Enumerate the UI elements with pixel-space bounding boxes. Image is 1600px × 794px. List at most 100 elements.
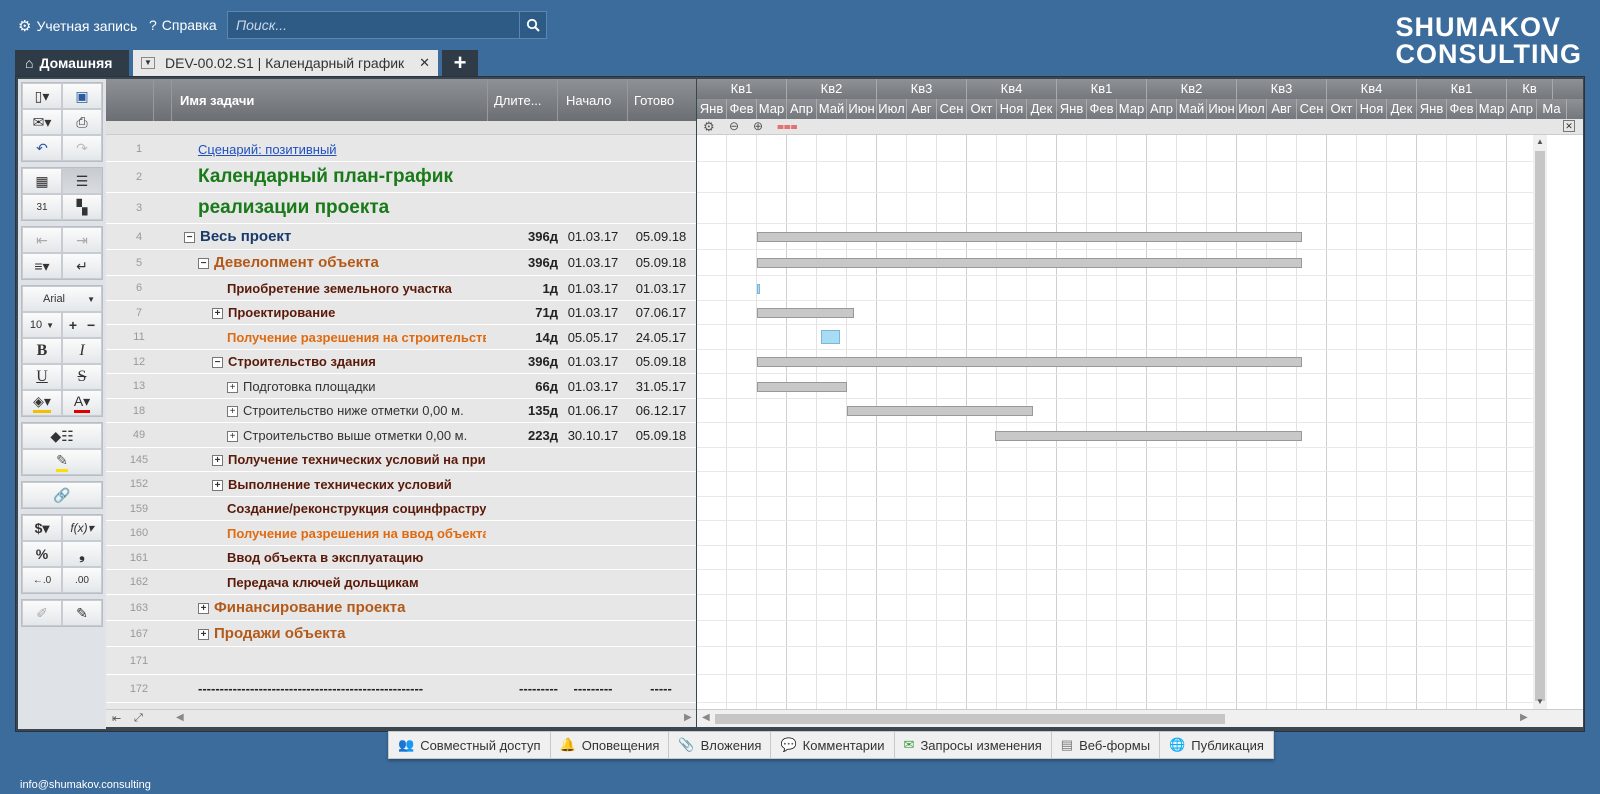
gantt-settings-icon[interactable]: ⚙ [703,119,715,135]
table-row[interactable]: 172 -------------------------------------… [106,675,696,703]
column-header-finish[interactable]: Готово [628,79,696,121]
scroll-left-icon[interactable]: ◀ [176,712,184,723]
expand-icon[interactable]: + [198,602,209,614]
increase-decimal-button[interactable]: .00 [62,567,102,593]
row-number[interactable]: 7 [106,307,172,319]
format-painter-button[interactable]: ✎ [62,600,102,626]
conditional-format-button[interactable]: ◆☷ [22,423,102,449]
start-date-cell[interactable]: 30.10.17 [562,428,624,443]
save-button[interactable]: ▣ [62,83,102,109]
gantt-bar[interactable] [995,430,1302,441]
finish-date-cell[interactable]: 24.05.17 [630,330,692,345]
account-link[interactable]: ⚙ Учетная запись [18,17,137,35]
expand-icon[interactable]: + [198,628,209,640]
expand-icon[interactable]: + [227,406,238,418]
row-number[interactable]: 49 [106,429,172,441]
collapse-icon[interactable]: − [212,357,223,369]
row-number[interactable]: 152 [106,478,172,490]
add-tab-button[interactable]: + [442,50,478,76]
align-button[interactable]: ≡▾ [22,253,62,279]
expand-icon[interactable]: + [212,308,223,320]
currency-button[interactable]: $▾ [22,515,62,541]
contact-email[interactable]: info@shumakov.consulting [20,779,151,791]
percent-button[interactable]: % [22,541,62,567]
task-name-cell[interactable]: + Строительство ниже отметки 0,00 м. [227,403,486,418]
task-name-cell[interactable]: + Строительство выше отметки 0,00 м. [227,428,486,443]
duration-cell[interactable]: 396д [486,255,558,270]
zoom-out-icon[interactable]: ⊖ [729,119,739,133]
task-name-cell[interactable]: + Продажи объекта [198,625,486,642]
new-document-button[interactable]: ▯▾ [22,83,62,109]
table-row[interactable]: 160 Получение разрешения на ввод объекта [106,521,696,546]
start-date-cell[interactable]: 01.03.17 [562,281,624,296]
web-forms-button[interactable]: ▤ Веб-формы [1052,732,1161,758]
table-row[interactable]: 4− Весь проект 396д 01.03.17 05.09.18 [106,224,696,250]
finish-date-cell[interactable]: 05.09.18 [630,354,692,369]
gantt-bar[interactable] [820,330,841,344]
start-date-cell[interactable]: 01.03.17 [562,255,624,270]
finish-date-cell[interactable]: 06.12.17 [630,403,692,418]
column-header-duration[interactable]: Длите... [488,79,558,121]
task-name-cell[interactable]: Приобретение земельного участка [227,281,486,296]
row-number[interactable]: 163 [106,602,172,614]
tab-home[interactable]: ⌂ Домашняя [15,50,129,76]
font-family-select[interactable]: Arial ▼ [22,286,102,312]
row-number[interactable]: 145 [106,454,172,466]
row-number[interactable]: 6 [106,282,172,294]
scroll-left-icon[interactable]: ◀ [702,712,710,723]
sharing-button[interactable]: 👥 Совместный доступ [389,732,551,758]
wrap-text-button[interactable]: ↵ [62,253,102,279]
column-header-name[interactable]: Имя задачи [172,79,488,121]
task-name-cell[interactable]: + Финансирование проекта [198,599,486,616]
help-link[interactable]: ? Справка [149,17,217,33]
table-row[interactable]: 152 + Выполнение технических условий [106,472,696,497]
comments-button[interactable]: 💬 Комментарии [771,732,895,758]
duration-cell[interactable]: 1д [486,281,558,296]
start-date-cell[interactable]: 01.03.17 [562,354,624,369]
fill-color-button[interactable]: ◈▾ [22,390,62,416]
duration-cell[interactable]: 66д [486,379,558,394]
close-icon[interactable]: ✕ [419,55,430,71]
finish-date-cell[interactable]: 05.09.18 [630,255,692,270]
table-row[interactable]: 7 + Проектирование 71д 01.03.17 07.06.17 [106,301,696,325]
print-button[interactable]: ⎙ [62,109,102,135]
gantt-bar[interactable] [757,258,1302,268]
task-name-cell[interactable]: Создание/реконструкция социнфраструктуры [227,501,486,516]
italic-button[interactable]: I [62,338,102,364]
task-name-cell[interactable]: + Выполнение технических условий [212,477,486,492]
expand-icon[interactable]: + [212,479,223,491]
collapse-icon[interactable]: − [198,257,209,269]
attachments-button[interactable]: 📎 Вложения [669,732,772,758]
row-number[interactable]: 2 [106,171,172,183]
row-number[interactable]: 171 [106,655,172,667]
row-number[interactable]: 162 [106,576,172,588]
bold-button[interactable]: B [22,338,62,364]
expand-icon[interactable]: ⤢ [134,712,143,725]
scroll-right-icon[interactable]: ▶ [1520,712,1528,723]
redo-button[interactable]: ↷ [62,135,102,161]
gantt-vertical-scroll-thumb[interactable] [1535,151,1545,701]
column-header-start[interactable]: Начало [558,79,628,121]
plus-icon[interactable]: + [69,317,77,333]
task-name-cell[interactable]: ----------------------------------------… [198,681,486,696]
table-row[interactable]: 1 Сценарий: позитивный [106,137,696,162]
close-icon[interactable]: ✕ [1563,120,1575,132]
strikethrough-button[interactable]: S [62,364,102,390]
task-name-cell[interactable]: Получение разрешения на строительство [227,330,486,345]
gantt-bar[interactable] [757,232,1302,242]
grid-view-button[interactable]: ▦ [22,168,62,194]
task-name-cell[interactable]: − Строительство здания [212,354,486,369]
gantt-bar[interactable] [847,406,1033,416]
task-name-cell[interactable]: + Подготовка площадки [227,379,486,394]
table-row[interactable]: 145 + Получение технических условий на при… [106,448,696,472]
start-date-cell[interactable]: 01.03.17 [562,229,624,244]
gantt-view-button[interactable]: ☰ [62,168,102,194]
gantt-bar[interactable] [757,308,854,318]
gantt-bar[interactable] [757,381,848,392]
indent-button[interactable]: ⇥ [62,227,102,253]
row-number[interactable]: 13 [106,380,172,392]
scroll-right-icon[interactable]: ▶ [684,712,692,723]
row-number[interactable]: 1 [106,143,172,155]
task-name-cell[interactable]: Календарный план-график [198,166,486,188]
table-row[interactable]: 159 Создание/реконструкция социнфраструкт… [106,497,696,521]
